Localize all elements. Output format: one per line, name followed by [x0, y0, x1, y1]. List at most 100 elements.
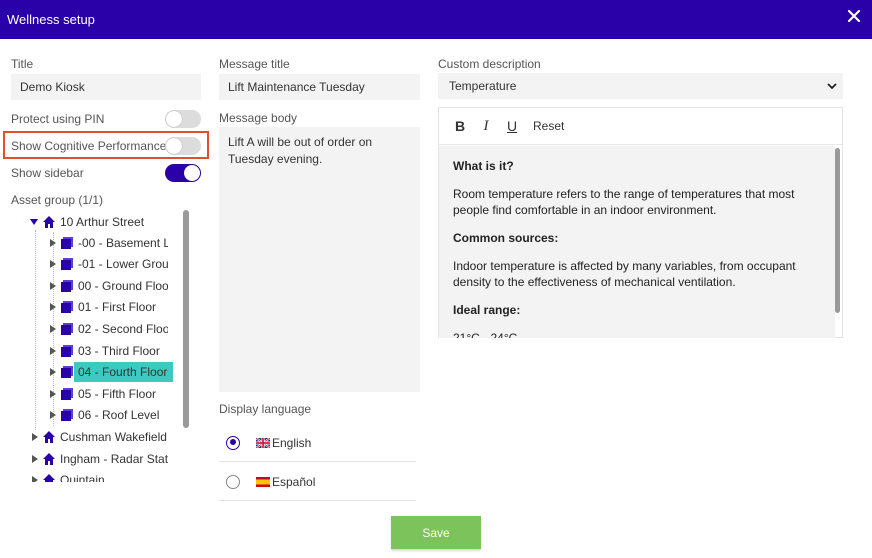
- expand-arrow-icon[interactable]: [32, 433, 38, 441]
- floor-icon: [61, 366, 73, 378]
- message-title-label: Message title: [219, 57, 290, 71]
- dialog-title: Wellness setup: [7, 12, 95, 27]
- home-icon: [43, 431, 55, 443]
- asset-group-label: Asset group (1/1): [11, 193, 104, 207]
- editor-content[interactable]: What is it? Room temperature refers to t…: [439, 146, 835, 338]
- toggle-knob: [166, 111, 182, 127]
- tree-item-floor[interactable]: 05 - Fifth Floor: [50, 384, 168, 404]
- editor-scrollbar[interactable]: [835, 148, 840, 313]
- message-body-textarea[interactable]: Lift A will be out of order on Tuesday e…: [219, 127, 420, 392]
- show-sidebar-label: Show sidebar: [11, 166, 84, 180]
- message-body-label: Message body: [219, 111, 298, 125]
- italic-button[interactable]: I: [479, 118, 493, 135]
- editor-toolbar: B I U Reset: [439, 108, 842, 145]
- home-icon: [43, 453, 55, 465]
- tree-item-building[interactable]: 10 Arthur Street: [30, 212, 144, 232]
- tree-item-floor[interactable]: 03 - Third Floor: [50, 341, 168, 361]
- dialog-titlebar: Wellness setup: [0, 0, 872, 39]
- tree-item-floor[interactable]: 00 - Ground Floor: [50, 276, 168, 296]
- tree-item-floor[interactable]: 02 - Second Floor: [50, 319, 168, 339]
- expand-arrow-icon[interactable]: [50, 390, 56, 398]
- bold-button[interactable]: B: [453, 118, 467, 134]
- show-cognitive-label: Show Cognitive Performance: [11, 139, 167, 153]
- expand-arrow-icon[interactable]: [50, 368, 56, 376]
- underline-button[interactable]: U: [505, 118, 519, 134]
- spain-flag-icon: [256, 476, 270, 487]
- tree-item-label: 01 - First Floor: [78, 300, 157, 314]
- reset-button[interactable]: Reset: [533, 119, 564, 133]
- tree-item-label: 02 - Second Floor: [78, 322, 168, 336]
- tree-item-label: Quintain: [60, 473, 105, 482]
- tree-item-label: 06 - Roof Level: [78, 408, 160, 422]
- custom-description-select[interactable]: Temperature: [438, 73, 843, 99]
- tree-item-floor[interactable]: 06 - Roof Level: [50, 405, 168, 425]
- tree-item-label: -00 - Basement Le: [78, 236, 168, 250]
- tree-item-label: 10 Arthur Street: [60, 215, 145, 229]
- rich-text-editor: B I U Reset What is it? Room temperature…: [438, 107, 843, 338]
- tree-item-building[interactable]: Ingham - Radar Static: [32, 449, 168, 469]
- tree-item-floor[interactable]: -01 - Lower Groun: [50, 254, 168, 274]
- uk-flag-icon: [256, 437, 270, 448]
- language-option-spanish[interactable]: Español: [219, 463, 416, 501]
- custom-description-label: Custom description: [438, 57, 541, 71]
- toggle-knob: [166, 138, 182, 154]
- expand-arrow-icon[interactable]: [50, 303, 56, 311]
- floor-icon: [61, 301, 73, 313]
- expand-arrow-icon[interactable]: [32, 455, 38, 463]
- tree-guide-line: [35, 230, 36, 430]
- tree-item-label: Cushman Wakefield -: [60, 430, 168, 444]
- expand-arrow-icon[interactable]: [50, 282, 56, 290]
- title-input[interactable]: Demo Kiosk: [11, 74, 201, 100]
- expand-arrow-icon[interactable]: [30, 219, 38, 225]
- floor-icon: [61, 280, 73, 292]
- save-button[interactable]: Save: [391, 516, 481, 549]
- tree-scrollbar[interactable]: [183, 210, 189, 428]
- tree-item-building[interactable]: Cushman Wakefield -: [32, 427, 168, 447]
- home-icon: [43, 216, 55, 228]
- floor-icon: [61, 409, 73, 421]
- spanish-radio[interactable]: [226, 474, 240, 489]
- tree-item-label: 03 - Third Floor: [78, 344, 160, 358]
- content-heading: What is it?: [453, 159, 514, 173]
- content-paragraph: Indoor temperature is affected by many v…: [453, 259, 796, 289]
- floor-icon: [61, 237, 73, 249]
- expand-arrow-icon[interactable]: [50, 325, 56, 333]
- title-label: Title: [11, 57, 34, 71]
- message-title-input[interactable]: Lift Maintenance Tuesday: [219, 74, 420, 100]
- toggle-knob: [184, 165, 200, 181]
- home-icon: [43, 474, 55, 482]
- content-paragraph: 21°C - 24°C: [453, 331, 518, 338]
- display-language-label: Display language: [219, 402, 312, 416]
- content-heading: Common sources:: [453, 231, 559, 245]
- expand-arrow-icon[interactable]: [32, 476, 38, 482]
- close-icon[interactable]: [846, 8, 862, 24]
- floor-icon: [61, 388, 73, 400]
- content-heading: Ideal range:: [453, 303, 521, 317]
- tree-item-floor[interactable]: -00 - Basement Le: [50, 233, 168, 253]
- language-option-english[interactable]: English: [219, 424, 416, 462]
- protect-pin-label: Protect using PIN: [11, 112, 105, 126]
- tree-item-label: 05 - Fifth Floor: [78, 387, 157, 401]
- expand-arrow-icon[interactable]: [50, 260, 56, 268]
- show-sidebar-toggle[interactable]: [165, 164, 201, 182]
- expand-arrow-icon[interactable]: [50, 239, 56, 247]
- tree-item-floor[interactable]: 01 - First Floor: [50, 297, 168, 317]
- floor-icon: [61, 345, 73, 357]
- tree-item-label: 00 - Ground Floor: [78, 279, 168, 293]
- language-label: English: [272, 435, 312, 450]
- floor-icon: [61, 323, 73, 335]
- floor-icon: [61, 258, 73, 270]
- protect-pin-toggle[interactable]: [165, 110, 201, 128]
- english-radio[interactable]: [226, 435, 240, 450]
- language-label: Español: [272, 474, 316, 489]
- tree-item-building[interactable]: Quintain: [32, 470, 168, 482]
- chevron-down-icon: [827, 83, 837, 90]
- expand-arrow-icon[interactable]: [50, 411, 56, 419]
- tree-item-label: 04 - Fourth Floor: [74, 362, 174, 382]
- tree-item-label: Ingham - Radar Static: [60, 452, 168, 466]
- show-cognitive-toggle[interactable]: [165, 137, 201, 155]
- tree-item-label: -01 - Lower Groun: [78, 257, 168, 271]
- expand-arrow-icon[interactable]: [50, 347, 56, 355]
- content-paragraph: Room temperature refers to the range of …: [453, 187, 795, 217]
- tree-item-floor-selected[interactable]: 04 - Fourth Floor: [50, 362, 174, 382]
